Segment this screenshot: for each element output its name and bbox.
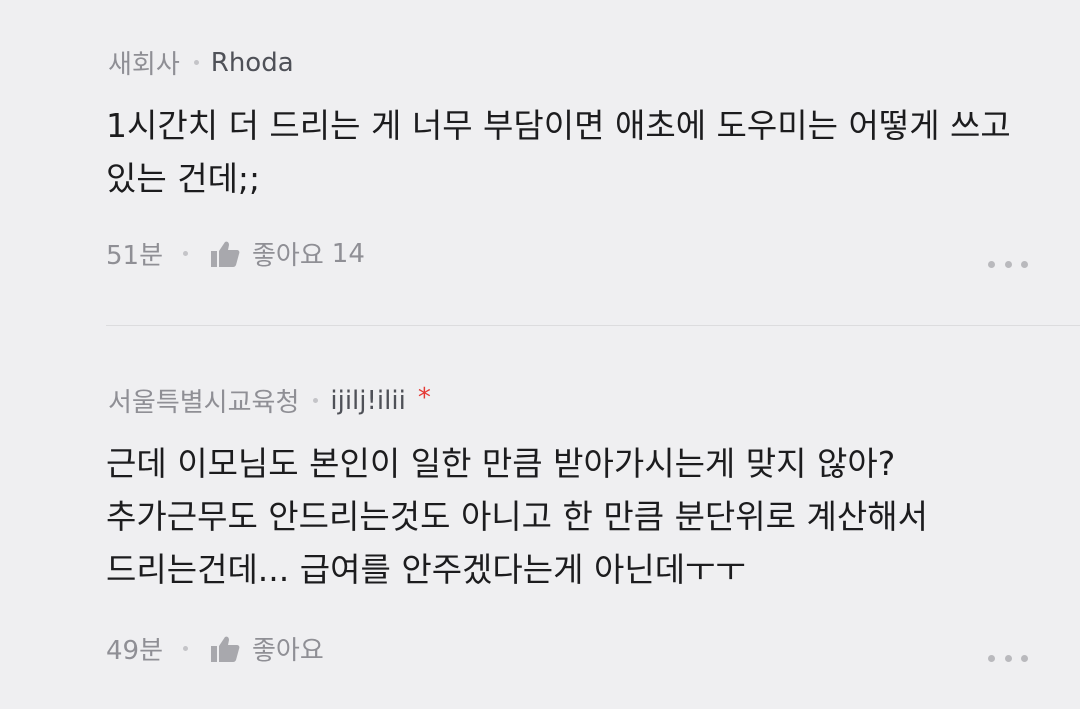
more-options-button[interactable] [988,648,1028,668]
comment-line: 있는 건데;; [106,159,261,198]
separator-dot [193,60,199,65]
separator-dot [183,646,189,651]
comment-footer: 49분 좋아요 [106,630,332,667]
separator-dot [183,251,189,256]
more-dots-icon [988,654,995,662]
like-button[interactable]: 좋아요 [210,630,332,667]
comment-line: 근데 이모님도 본인이 일한 만큼 받아가시는게 맞지 않아? [106,444,896,483]
more-dots-icon [1004,654,1012,662]
more-dots-icon [1021,260,1028,268]
thumbs-up-icon [211,241,240,267]
comment-nickname[interactable]: ijilj!ilii [330,386,405,416]
comment-source: 새회사 [108,50,180,80]
separator-dot [313,398,319,403]
comment-meta: 서울특별시교육청 ijilj!ilii * [108,382,431,419]
comment-time: 51분 [106,241,164,271]
more-dots-icon [1004,260,1012,268]
comment-text: 1시간치 더 드리는 게 너무 부담이면 애초에 도우미는 어떻게 쓰고 있는 … [106,99,1011,205]
comment-item: 새회사 Rhoda 1시간치 더 드리는 게 너무 부담이면 애초에 도우미는 … [0,0,1080,326]
comment-line: 1시간치 더 드리는 게 너무 부담이면 애초에 도우미는 어떻게 쓰고 [106,106,1011,145]
comment-item: 서울특별시교육청 ijilj!ilii * 근데 이모님도 본인이 일한 만큼 … [0,327,1080,709]
like-label: 좋아요 [252,241,324,271]
like-label: 좋아요 [252,636,324,666]
comment-footer: 51분 좋아요 14 [106,235,365,272]
like-count: 14 [331,238,365,269]
comment-meta: 새회사 Rhoda [108,44,294,81]
more-dots-icon [988,260,995,268]
more-options-button[interactable] [988,254,1028,274]
comment-time: 49분 [106,636,164,666]
comment-text: 근데 이모님도 본인이 일한 만큼 받아가시는게 맞지 않아? 추가근무도 안드… [106,437,986,596]
comment-nickname[interactable]: Rhoda [211,48,294,78]
comment-line: 드리는건데... 급여를 안주겠다는게 아닌데ㅜㅜ [106,550,746,589]
new-mark: * [417,382,431,413]
comment-source: 서울특별시교육청 [108,388,300,418]
comment-line: 추가근무도 안드리는것도 아니고 한 만큼 분단위로 계산해서 [106,497,928,536]
comment-divider [106,325,1080,326]
thumbs-up-icon [211,636,240,662]
like-button[interactable]: 좋아요 14 [210,235,365,272]
more-dots-icon [1021,654,1028,662]
